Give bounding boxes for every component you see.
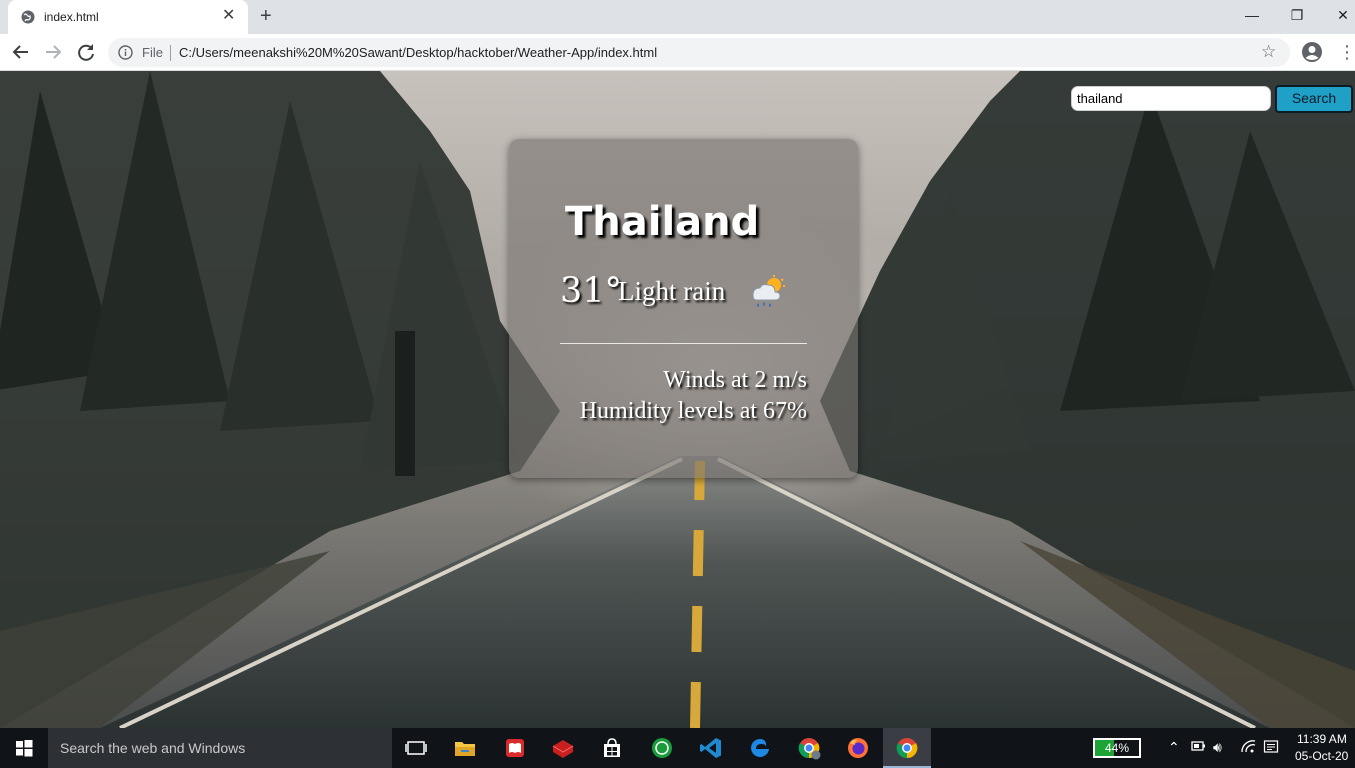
forward-icon[interactable]	[41, 40, 65, 64]
app-green-circle-icon[interactable]	[650, 736, 674, 760]
search-form: Search	[1071, 85, 1353, 113]
back-icon[interactable]	[9, 40, 33, 64]
browser-tab-bar: index.html ✕ + — ❐ ✕	[0, 0, 1355, 34]
tab-title: index.html	[44, 10, 99, 24]
temperature: 31°	[560, 271, 623, 311]
address-bar[interactable]: File C:/Users/meenakshi%20M%20Sawant/Des…	[108, 38, 1290, 67]
new-tab-button[interactable]: +	[260, 5, 272, 27]
restore-button[interactable]: ❐	[1274, 4, 1320, 26]
task-view-icon[interactable]	[404, 736, 428, 760]
chevron-up-icon[interactable]: ⌃	[1168, 739, 1180, 755]
minimize-button[interactable]: —	[1229, 4, 1275, 26]
weather-description: Light rain	[618, 276, 726, 306]
address-scheme-label: File	[142, 45, 163, 60]
wind-speed: Winds at 2 m/s	[663, 367, 807, 393]
taskbar-search-placeholder: Search the web and Windows	[60, 740, 246, 756]
chrome-icon[interactable]	[895, 736, 919, 760]
bookmark-star-icon[interactable]: ☆	[1261, 42, 1276, 62]
battery-indicator[interactable]: 44%	[1093, 738, 1141, 758]
edge-icon[interactable]	[748, 736, 772, 760]
firefox-icon[interactable]	[846, 736, 870, 760]
weather-card: Thailand 31° Light rain Winds at 2 m/s H…	[509, 139, 858, 478]
volume-icon[interactable]: 🔊︎	[1213, 739, 1222, 755]
address-url[interactable]: C:/Users/meenakshi%20M%20Sawant/Desktop/…	[179, 45, 657, 60]
info-icon[interactable]	[118, 45, 133, 60]
app-red-book-icon[interactable]	[503, 736, 527, 760]
search-button[interactable]: Search	[1275, 85, 1353, 113]
tab-close-icon[interactable]: ✕	[222, 7, 235, 25]
vscode-icon[interactable]	[699, 736, 723, 760]
close-window-button[interactable]: ✕	[1320, 4, 1355, 26]
humidity-level: Humidity levels at 67%	[579, 398, 807, 424]
power-icon[interactable]	[1191, 739, 1207, 753]
taskbar-active-app[interactable]	[883, 728, 931, 768]
battery-label: 44%	[1104, 741, 1130, 755]
wifi-icon[interactable]	[1240, 739, 1256, 753]
browser-toolbar: File C:/Users/meenakshi%20M%20Sawant/Des…	[0, 34, 1355, 71]
globe-icon	[21, 10, 35, 24]
light-rain-icon	[752, 275, 785, 307]
clock-date[interactable]: 05-Oct-20	[1295, 749, 1348, 763]
card-divider	[560, 343, 807, 344]
search-input[interactable]	[1071, 86, 1271, 111]
store-icon[interactable]	[600, 736, 624, 760]
address-separator	[170, 45, 171, 61]
file-explorer-icon[interactable]	[453, 736, 477, 760]
menu-icon[interactable]: ⋮	[1338, 42, 1355, 62]
taskbar-search-box[interactable]: Search the web and Windows	[48, 728, 392, 768]
windows-taskbar: Search the web and Windows 44% ⌃ 🔊︎ 11:3…	[0, 728, 1355, 768]
profile-icon[interactable]	[1301, 41, 1323, 63]
windows-start-icon[interactable]	[0, 728, 48, 768]
reload-icon[interactable]	[74, 40, 98, 64]
page-viewport: Search Thailand 31° Light rain Winds at …	[0, 71, 1355, 728]
notification-icon[interactable]	[1263, 739, 1279, 755]
city-name: Thailand	[565, 199, 760, 245]
browser-tab[interactable]: index.html ✕	[8, 0, 248, 34]
clock-time[interactable]: 11:39 AM	[1297, 732, 1347, 746]
app-red-box-icon[interactable]	[551, 736, 575, 760]
chrome-profile-icon[interactable]	[797, 736, 821, 760]
